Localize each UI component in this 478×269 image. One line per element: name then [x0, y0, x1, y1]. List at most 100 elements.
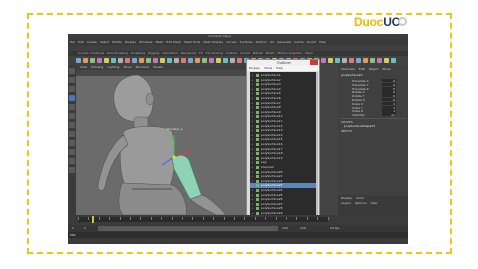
- shelf-tool-icon[interactable]: [174, 58, 179, 63]
- shelf-tool-icon[interactable]: [356, 58, 361, 63]
- shelf-tab-13[interactable]: XGen: [305, 51, 313, 55]
- menu-item-11[interactable]: Curves: [226, 40, 236, 44]
- menu-item-10[interactable]: Mesh Display: [203, 40, 223, 44]
- expand-icon[interactable]: +: [251, 160, 254, 164]
- shelf-tab-5[interactable]: Rendering: [181, 51, 196, 55]
- shelf-tool-icon[interactable]: [118, 58, 123, 63]
- channel-box-menu-item-1[interactable]: Edit: [359, 67, 365, 71]
- menu-item-0[interactable]: File: [70, 40, 75, 44]
- shelf-tab-8[interactable]: Custom: [226, 51, 238, 55]
- menu-item-18[interactable]: Help: [319, 40, 326, 44]
- shelf-tool-icon[interactable]: [139, 58, 144, 63]
- menu-item-12[interactable]: Surfaces: [240, 40, 253, 44]
- toolbox-tool-icon[interactable]: [69, 122, 75, 128]
- layer-menu-item-0[interactable]: Layers: [341, 201, 351, 205]
- channel-attribute-value[interactable]: 1: [382, 109, 396, 113]
- command-language-label[interactable]: MEL: [70, 233, 76, 237]
- shelf-tool-icon[interactable]: [363, 58, 368, 63]
- layer-tab-0[interactable]: Display: [341, 196, 352, 200]
- shelf-tab-4[interactable]: Animation: [162, 51, 177, 55]
- range-end-field[interactable]: 120: [282, 226, 288, 230]
- toolbox-tool-icon[interactable]: [69, 140, 75, 146]
- menu-item-15[interactable]: Generate: [277, 40, 291, 44]
- toolbox-tool-icon[interactable]: [69, 104, 75, 110]
- layer-menu[interactable]: Layers Options Help: [341, 201, 381, 205]
- toolbox-tool-icon[interactable]: [69, 131, 75, 137]
- expand-icon[interactable]: +: [251, 114, 254, 118]
- shelf-tool-icon[interactable]: [237, 58, 242, 63]
- shelf-tab-2[interactable]: Sculpting: [131, 51, 145, 55]
- shelf-tool-icon[interactable]: [125, 58, 130, 63]
- expand-icon[interactable]: +: [251, 183, 254, 187]
- expand-icon[interactable]: +: [251, 133, 254, 137]
- menu-item-1[interactable]: Edit: [78, 40, 84, 44]
- channel-attribute-value[interactable]: 0: [382, 86, 396, 91]
- shelf-tool-icon[interactable]: [153, 58, 158, 63]
- channel-attribute-value[interactable]: 1: [382, 101, 396, 106]
- shelf-tool-icon[interactable]: [370, 58, 375, 63]
- channel-box-menu-item-3[interactable]: Show: [382, 67, 390, 71]
- outliner-close-button[interactable]: [310, 60, 318, 65]
- menu-item-13[interactable]: Deform: [256, 40, 267, 44]
- shelf-tab-11[interactable]: MASH: [266, 51, 275, 55]
- expand-icon[interactable]: +: [251, 197, 254, 201]
- outliner-menu-item-2[interactable]: Help: [276, 66, 283, 70]
- expand-icon[interactable]: +: [251, 156, 254, 160]
- menu-item-17[interactable]: Arnold: [306, 40, 316, 44]
- viewport[interactable]: View Shading Lighting Show Renderer Panels: [76, 65, 246, 215]
- expand-icon[interactable]: +: [251, 91, 254, 95]
- shelf-tab-0[interactable]: Curves / Surfaces: [78, 51, 104, 55]
- range-slider[interactable]: 1 1 120 120 24 fps: [68, 225, 408, 232]
- toolbox-tool-icon[interactable]: [69, 167, 75, 173]
- channel-box-menu-item-2[interactable]: Object: [369, 67, 379, 71]
- channel-attribute-value[interactable]: 0: [382, 94, 396, 98]
- toolbox-tool-icon[interactable]: [69, 77, 75, 83]
- toolbox-tool-icon[interactable]: [69, 95, 75, 101]
- menu-item-6[interactable]: Windows: [139, 40, 152, 44]
- channel-box-menu[interactable]: Channels Edit Object Show: [341, 67, 395, 71]
- expand-icon[interactable]: +: [251, 110, 254, 114]
- shelf-tab-7[interactable]: FX Caching: [206, 51, 223, 55]
- outliner-menu-item-0[interactable]: Display: [249, 66, 260, 70]
- shelf-tool-icon[interactable]: [209, 58, 214, 63]
- menu-item-7[interactable]: Mesh: [156, 40, 164, 44]
- shelf-tool-icon[interactable]: [377, 58, 382, 63]
- menu-item-4[interactable]: Modify: [112, 40, 122, 44]
- layer-menu-item-2[interactable]: Help: [371, 201, 378, 205]
- layer-tabs[interactable]: Display Anim: [341, 196, 368, 200]
- expand-icon[interactable]: +: [251, 188, 254, 192]
- shelf-tool-icon[interactable]: [230, 58, 235, 63]
- expand-icon[interactable]: +: [251, 206, 254, 210]
- shelf-tool-icon[interactable]: [132, 58, 137, 63]
- expand-icon[interactable]: +: [251, 73, 254, 77]
- toolbox-tool-icon[interactable]: [69, 113, 75, 119]
- shelf-tool-icon[interactable]: [188, 58, 193, 63]
- fps-field[interactable]: 24 fps: [330, 226, 339, 230]
- toolbox-tool-icon[interactable]: [69, 68, 75, 74]
- range-start[interactable]: 1: [72, 226, 74, 230]
- channel-attribute-value[interactable]: 0: [382, 82, 396, 87]
- expand-icon[interactable]: +: [251, 105, 254, 109]
- channel-box-menu-item-0[interactable]: Channels: [341, 67, 355, 71]
- shelf-tab-9[interactable]: Arnold: [240, 51, 250, 55]
- shelf-tool-icon[interactable]: [216, 58, 221, 63]
- range-bar[interactable]: [98, 226, 278, 231]
- shelf-tool-icon[interactable]: [391, 58, 396, 63]
- toolbox-tool-icon[interactable]: [69, 158, 75, 164]
- expand-icon[interactable]: +: [251, 202, 254, 206]
- expand-icon[interactable]: +: [251, 151, 254, 155]
- menu-item-2[interactable]: Create: [87, 40, 97, 44]
- shelf-tool-icon[interactable]: [104, 58, 109, 63]
- shelf-tool-icon[interactable]: [342, 58, 347, 63]
- expand-icon[interactable]: +: [251, 193, 254, 197]
- shelf-tab-labels[interactable]: Curves / Surfaces Poly Modeling Sculpting R…: [78, 51, 316, 55]
- shelf-tool-icon[interactable]: [146, 58, 151, 63]
- range-start-field[interactable]: 1: [84, 226, 86, 230]
- expand-icon[interactable]: +: [251, 179, 254, 183]
- expand-icon[interactable]: +: [251, 128, 254, 132]
- character-model[interactable]: [76, 65, 246, 215]
- shelf-tool-icon[interactable]: [328, 58, 333, 63]
- layer-tab-1[interactable]: Anim: [356, 196, 364, 200]
- shelf-tool-icon[interactable]: [181, 58, 186, 63]
- toolbox-tool-icon[interactable]: [69, 86, 75, 92]
